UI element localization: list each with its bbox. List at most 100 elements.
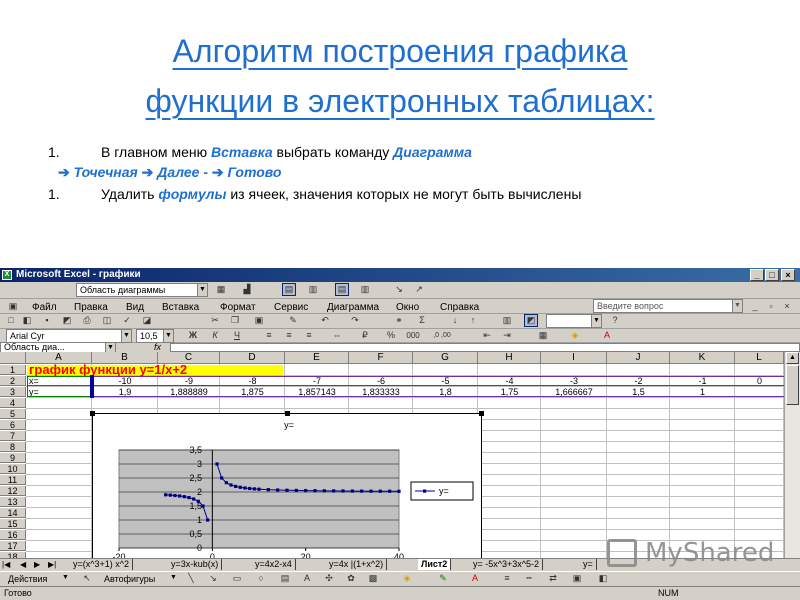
arrow-style-icon[interactable]: ⇄	[546, 572, 560, 585]
textbox-icon[interactable]: ▤	[278, 572, 292, 585]
sheet-tab[interactable]: y=	[580, 559, 597, 570]
row-header[interactable]: 15	[0, 519, 26, 529]
chevron-down-icon[interactable]: ▼	[121, 330, 131, 342]
row-header[interactable]: 11	[0, 475, 26, 485]
last-sheet-icon[interactable]: ▶|	[48, 560, 56, 569]
menu-insert[interactable]: Вставка	[162, 302, 199, 313]
chart-wizard-icon[interactable]: ▥	[500, 314, 514, 327]
print-icon[interactable]: ⎙	[80, 314, 94, 327]
redo-icon[interactable]: ↷	[348, 314, 362, 327]
fx-icon[interactable]: fx	[154, 342, 161, 352]
chart-objects-combo[interactable]: Область диаграммы ▼	[76, 283, 208, 297]
heading-cell[interactable]: график функции y=1/x+2	[27, 363, 283, 376]
menu-tools[interactable]: Сервис	[274, 302, 308, 313]
align-right-icon[interactable]: ≡	[302, 329, 316, 342]
research-icon[interactable]: ◪	[140, 314, 154, 327]
workbook-icon[interactable]: ▣	[6, 300, 20, 313]
menu-view[interactable]: Вид	[126, 302, 144, 313]
shadow-icon[interactable]: ▣	[570, 572, 584, 585]
decimals-button[interactable]: ,0 ,00	[430, 329, 454, 342]
copy-icon[interactable]: ❐	[228, 314, 242, 327]
column-header-f[interactable]: F	[349, 352, 413, 364]
new-icon[interactable]: □	[4, 314, 18, 327]
row-header[interactable]: 16	[0, 530, 26, 540]
hyperlink-icon[interactable]: ⚭	[392, 314, 406, 327]
autoshapes-menu[interactable]: Автофигуры	[104, 574, 155, 584]
format-chart-area-icon[interactable]: ▦	[214, 283, 228, 296]
scroll-thumb[interactable]	[786, 365, 799, 405]
font-name-combo[interactable]: Arial Cyr ▼	[6, 329, 132, 343]
arrow-icon[interactable]: ↘	[206, 572, 220, 585]
sheet-tab[interactable]: y=(x^3+1) x^2	[70, 559, 133, 570]
line-style-icon[interactable]: ≡	[500, 572, 514, 585]
menu-file[interactable]: Файл	[32, 302, 57, 313]
row-header[interactable]: 12	[0, 486, 26, 496]
autosum-icon[interactable]: Σ	[415, 314, 429, 327]
maximize-button[interactable]: □	[765, 269, 779, 281]
merge-center-icon[interactable]: ⇔	[330, 329, 344, 342]
oval-icon[interactable]: ○	[254, 572, 268, 585]
align-center-icon[interactable]: ≡	[282, 329, 296, 342]
prev-sheet-icon[interactable]: ◀	[20, 560, 26, 569]
drawing-icon[interactable]: ◩	[524, 314, 538, 327]
wordart-icon[interactable]: A	[300, 572, 314, 585]
select-objects-icon[interactable]: ↖	[80, 572, 94, 585]
diagram-icon[interactable]: ✣	[322, 572, 336, 585]
row-header[interactable]: 8	[0, 442, 26, 452]
by-column-icon[interactable]: ▥	[358, 283, 372, 296]
bold-button[interactable]: Ж	[186, 329, 200, 342]
range-handle[interactable]	[90, 375, 94, 398]
format-painter-icon[interactable]: ✎	[286, 314, 300, 327]
draw-actions-menu[interactable]: Действия	[8, 574, 47, 584]
chevron-down-icon[interactable]: ▼	[197, 284, 207, 296]
rectangle-icon[interactable]: ▭	[230, 572, 244, 585]
help-icon[interactable]: ?	[608, 314, 622, 327]
zoom-combo[interactable]: ▼	[546, 314, 602, 328]
fill-color-icon[interactable]: ◈	[568, 329, 582, 342]
undo-icon[interactable]: ↶	[318, 314, 332, 327]
vertical-scrollbar[interactable]: ▲	[784, 352, 800, 566]
embedded-chart[interactable]: 0 0,5 1 1,5 2 2,5 3 3,5 -20 0 20 40 y= y=	[90, 411, 484, 566]
cut-icon[interactable]: ✂	[208, 314, 222, 327]
chart-type-icon[interactable]: ▟	[240, 283, 254, 296]
row-header[interactable]: 4	[0, 398, 26, 408]
column-header-g[interactable]: G	[413, 352, 478, 364]
align-left-icon[interactable]: ≡	[262, 329, 276, 342]
sheet-tab[interactable]: y=4x2-x4	[252, 559, 296, 570]
row-header[interactable]: 9	[0, 453, 26, 463]
chevron-down-icon[interactable]: ▼	[170, 574, 177, 581]
dash-style-icon[interactable]: ┅	[522, 572, 536, 585]
column-header-i[interactable]: I	[541, 352, 607, 364]
menu-help[interactable]: Справка	[440, 302, 479, 313]
row-header[interactable]: 13	[0, 497, 26, 507]
row-header[interactable]: 5	[0, 409, 26, 419]
sheet-tab[interactable]: y=3x-kub(x)	[168, 559, 223, 570]
restore-doc-icon[interactable]: ▫	[764, 300, 778, 313]
column-header-e[interactable]: E	[285, 352, 349, 364]
first-sheet-icon[interactable]: |◀	[2, 560, 10, 569]
open-icon[interactable]: ◧	[20, 314, 34, 327]
minimize-doc-icon[interactable]: _	[748, 300, 762, 313]
chevron-down-icon[interactable]: ▼	[62, 574, 69, 581]
menu-format[interactable]: Формат	[220, 302, 256, 313]
column-header-d[interactable]: D	[220, 352, 285, 364]
sort-desc-icon[interactable]: ↑	[466, 314, 480, 327]
minimize-button[interactable]: _	[750, 269, 764, 281]
angle-text-down-icon[interactable]: ↘	[392, 283, 406, 296]
line-icon[interactable]: ╲	[184, 572, 198, 585]
picture-icon[interactable]: ▩	[366, 572, 380, 585]
sort-asc-icon[interactable]: ↓	[448, 314, 462, 327]
formula-input[interactable]	[170, 343, 800, 352]
row-header[interactable]: 10	[0, 464, 26, 474]
3d-icon[interactable]: ◧	[596, 572, 610, 585]
row-header[interactable]: 2	[0, 376, 26, 386]
worksheet-grid[interactable]: ABCDEFGHIJKL 1 2 3 4 5 6 7 8 9 10 11 12 13 14 15 16 17 18…	[0, 352, 784, 566]
line-color-icon[interactable]: ✎	[436, 572, 450, 585]
fill-color-icon[interactable]: ◈	[400, 572, 414, 585]
underline-button[interactable]: Ч	[230, 329, 244, 342]
row-header[interactable]: 3	[0, 387, 26, 397]
spelling-icon[interactable]: ✓	[120, 314, 134, 327]
sheet-tab[interactable]: y=4x |(1+x^2)	[326, 559, 388, 570]
chevron-down-icon[interactable]: ▼	[105, 343, 115, 352]
menu-chart[interactable]: Диаграмма	[327, 302, 379, 313]
